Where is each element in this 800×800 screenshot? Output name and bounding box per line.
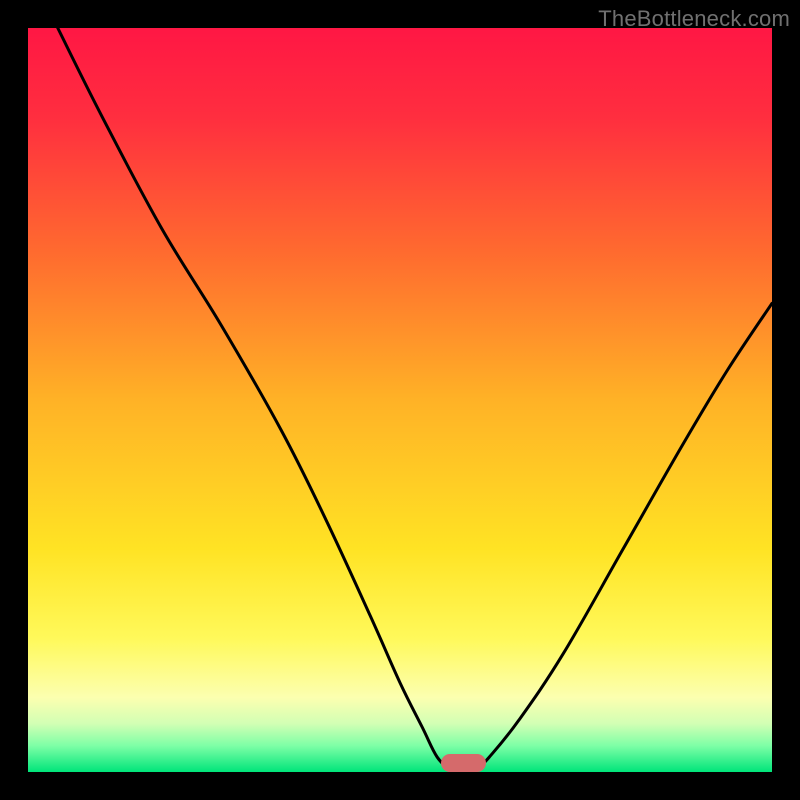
optimum-marker xyxy=(441,754,486,772)
chart-frame: TheBottleneck.com xyxy=(0,0,800,800)
watermark-text: TheBottleneck.com xyxy=(598,6,790,32)
right-curve xyxy=(474,303,772,772)
left-curve xyxy=(58,28,452,772)
plot-area xyxy=(28,28,772,772)
curves-svg xyxy=(28,28,772,772)
